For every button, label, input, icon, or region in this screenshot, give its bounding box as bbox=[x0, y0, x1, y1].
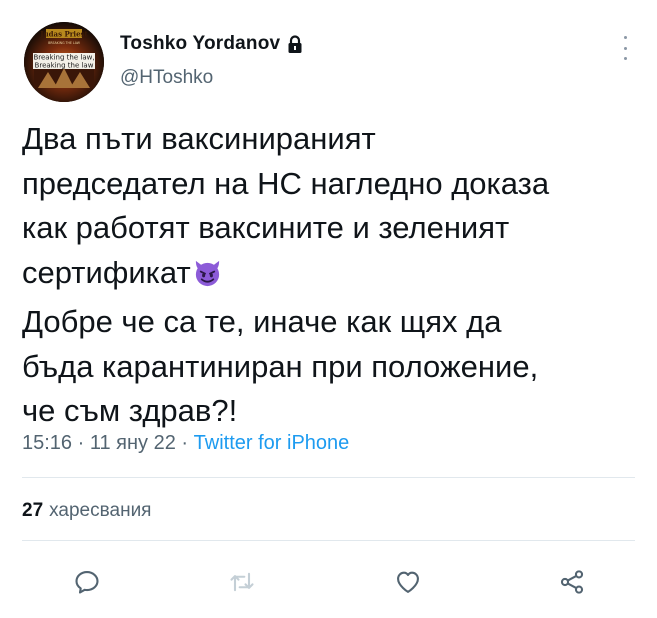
meta-separator: · bbox=[77, 432, 85, 454]
avatar-caption-1: Breaking the law, bbox=[33, 54, 94, 62]
tweet-header: Judas Priest BREAKING THE LAW Breaking t… bbox=[24, 22, 633, 102]
author-name-row: Toshko Yordanov bbox=[120, 33, 304, 55]
tweet-date[interactable]: 11 яну 22 bbox=[90, 432, 176, 454]
smiling-face-with-horns-emoji bbox=[192, 256, 223, 301]
avatar-logo-text: Judas Priest bbox=[39, 30, 88, 39]
tweet-time[interactable]: 15:16 bbox=[22, 432, 72, 454]
likes-stat[interactable]: 27 харесвания bbox=[22, 500, 151, 522]
tweet-line: Добре че са те, иначе как щях да bbox=[22, 304, 502, 339]
tweet-line: председател на НС нагледно доказа bbox=[22, 165, 550, 201]
avatar-tagline: BREAKING THE LAW bbox=[48, 41, 81, 45]
share-icon[interactable] bbox=[552, 562, 592, 602]
tweet-actions bbox=[0, 562, 657, 602]
retweet-icon[interactable] bbox=[222, 562, 262, 602]
display-name[interactable]: Toshko Yordanov bbox=[120, 33, 280, 55]
likes-count: 27 bbox=[22, 500, 44, 521]
tweet-line: как работят ваксините и зеленият bbox=[22, 210, 510, 245]
tweet-line: че съм здрав?! bbox=[22, 393, 238, 428]
avatar-caption-2: Breaking the law bbox=[35, 62, 94, 70]
tweet-text: Два пъти ваксинираният председател на НС… bbox=[22, 117, 632, 434]
reply-icon[interactable] bbox=[67, 562, 107, 602]
more-options-icon[interactable] bbox=[617, 36, 633, 60]
avatar[interactable]: Judas Priest BREAKING THE LAW Breaking t… bbox=[24, 22, 104, 102]
tweet-meta: 15:16 · 11 яну 22 · Twitter for iPhone bbox=[22, 432, 349, 455]
tweet-line: Два пъти ваксинираният bbox=[22, 121, 376, 156]
divider bbox=[22, 477, 635, 478]
author-handle[interactable]: @HToshko bbox=[120, 67, 213, 89]
band-poster-avatar: Judas Priest BREAKING THE LAW Breaking t… bbox=[24, 22, 104, 102]
tweet-line: бъда карантиниран при положение, bbox=[22, 348, 539, 384]
meta-separator: · bbox=[181, 432, 189, 454]
like-icon[interactable] bbox=[388, 562, 428, 602]
tweet-source-link[interactable]: Twitter for iPhone bbox=[194, 432, 350, 454]
tweet-line-with-emoji: сертификат bbox=[22, 251, 632, 301]
tweet-line-text: сертификат bbox=[22, 254, 191, 290]
lock-icon bbox=[286, 34, 304, 54]
divider bbox=[22, 540, 635, 541]
likes-label: харесвания bbox=[49, 500, 152, 521]
